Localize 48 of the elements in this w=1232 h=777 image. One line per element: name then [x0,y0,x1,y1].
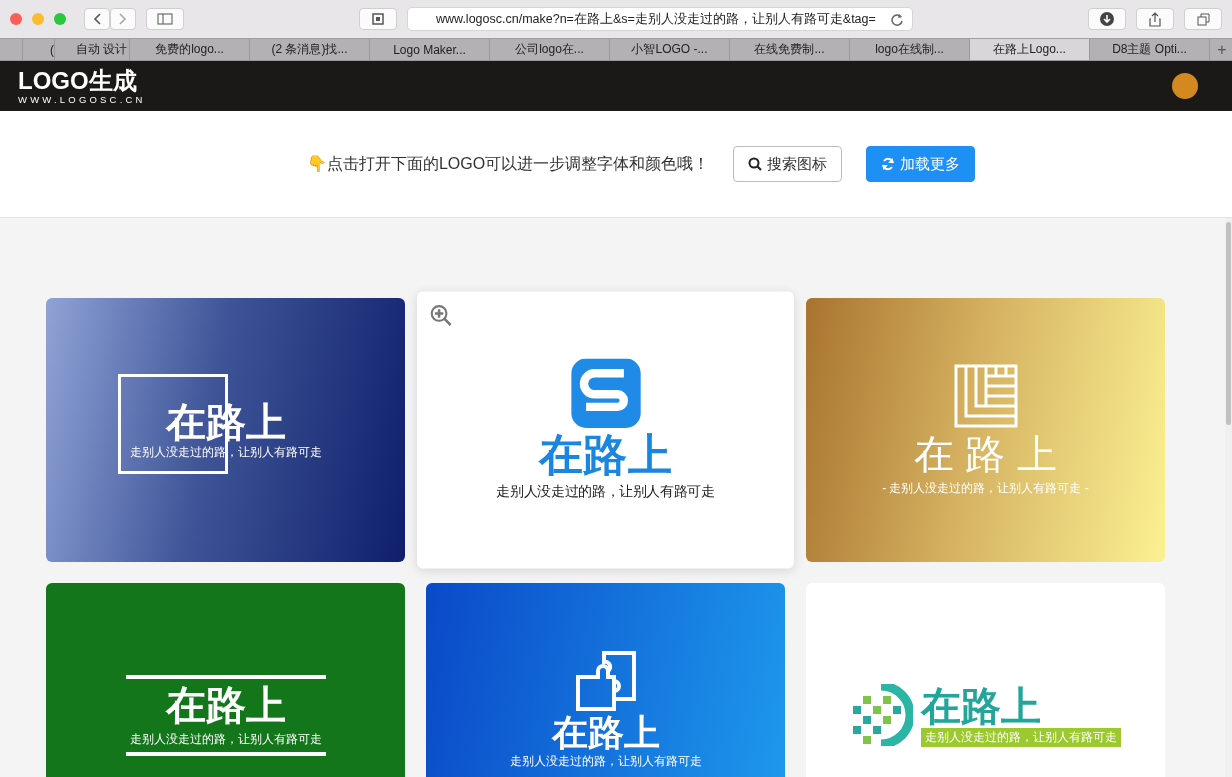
search-icon [748,157,763,171]
logo-slogan: 走别人没走过的路，让别人有路可走 [129,730,322,748]
minimize-button[interactable] [32,13,44,25]
reader-button[interactable] [359,8,397,30]
scrollbar-thumb[interactable] [1226,222,1231,425]
back-button[interactable] [84,8,110,30]
logo-slogan: 走别人没走过的路，让别人有路可走 [496,482,715,502]
logo-slogan: 走别人没走过的路，让别人有路可走 [509,753,702,770]
seal-logo-icon [953,363,1018,428]
download-icon [1100,12,1114,26]
share-button[interactable] [1136,8,1174,30]
zoom-in-icon[interactable] [429,304,453,328]
logo-card[interactable]: 在路上 走别人没走过的路，让别人有路可走 [417,291,794,569]
refresh-icon [881,157,896,171]
chevron-right-icon [119,13,127,25]
address-bar[interactable]: www.logosc.cn/make?n=在路上&s=走别人没走过的路，让别人有路可走&tag= [407,7,913,31]
share-icon [1149,11,1161,27]
tabs-icon [1196,12,1210,26]
puzzle-icon [573,649,638,713]
zoom-button[interactable] [54,13,66,25]
logo-slogan: 走别人没走过的路，让别人有路可走 [920,727,1121,747]
forward-button[interactable] [110,8,136,30]
logo-slogan: - 走别人没走过的路，让别人有路可走 - [882,479,1089,497]
logo-name: 在路上 [539,432,672,479]
chevron-left-icon [93,13,101,25]
user-avatar[interactable] [1172,73,1198,99]
logo-name: 在 路 上 [914,431,1057,476]
s-logo-icon [568,358,643,428]
site-logo[interactable]: LOGO生成 [18,67,146,94]
logo-slogan: 走别人没走过的路，让别人有路可走 [129,443,322,461]
pixel-logo-icon [850,684,913,746]
browser-tab[interactable]: 在路上Logo... [970,39,1090,60]
hint-text: 👇点击打开下面的LOGO可以进一步调整字体和颜色哦！ [306,153,710,174]
site-domain: WWW.LOGOSC.CN [18,93,146,105]
logo-card[interactable]: 在路上 走别人没走过的路，让别人有路可走 [426,583,785,777]
tabs-overview-button[interactable] [1184,8,1222,30]
logo-name: 在路上 [920,683,1041,728]
sidebar-button[interactable] [146,8,184,30]
download-button[interactable] [1088,8,1126,30]
logo-name: 在路上 [551,713,660,753]
reload-icon[interactable] [890,12,904,26]
new-tab-button[interactable]: + [1214,39,1230,60]
search-icons-button[interactable]: 搜索图标 [733,146,843,182]
logo-name: 在路上 [165,682,286,727]
sidebar-icon [157,13,173,25]
logo-card[interactable]: 在路上 走别人没走过的路，让别人有路可走 [46,583,405,777]
reader-icon [372,13,384,25]
close-button[interactable] [10,13,22,25]
